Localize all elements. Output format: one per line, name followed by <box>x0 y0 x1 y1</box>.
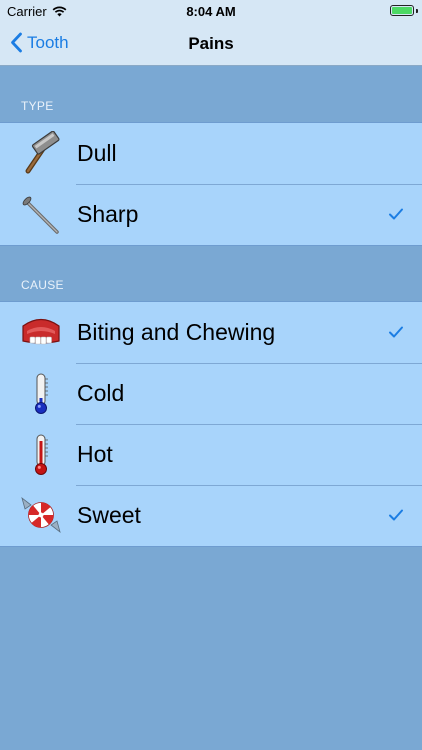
battery-tip <box>416 9 418 13</box>
option-label-sharp: Sharp <box>77 201 139 227</box>
status-bar: Carrier 8:04 AM <box>0 0 422 22</box>
battery-level <box>392 7 412 14</box>
option-row-dull[interactable]: Dull <box>0 123 422 184</box>
section-header-cause: CAUSE <box>0 245 422 301</box>
candy-icon <box>21 496 61 534</box>
option-row-hot[interactable]: Hot <box>0 424 422 485</box>
dentures-icon <box>22 318 60 345</box>
checkmark-icon <box>389 208 403 220</box>
section-header-type: TYPE <box>0 66 422 122</box>
option-row-sharp[interactable]: Sharp <box>0 184 422 245</box>
section-header-label: CAUSE <box>21 278 64 292</box>
hammer-icon <box>25 131 60 174</box>
option-row-biting-and-chewing[interactable]: Biting and Chewing <box>0 302 422 363</box>
cause-options-group: Biting and Chewing Cold Hot Sweet <box>0 301 422 547</box>
checkmark-icon <box>389 326 403 338</box>
battery-icon <box>390 5 414 16</box>
option-label-cold: Cold <box>77 380 125 406</box>
page-title: Pains <box>188 34 234 53</box>
option-label-sweet: Sweet <box>77 502 141 528</box>
checkmark-icon <box>389 509 403 521</box>
option-label-dull: Dull <box>77 140 117 166</box>
hot-thermometer-icon <box>35 434 48 475</box>
option-row-sweet[interactable]: Sweet <box>0 485 422 546</box>
cold-thermometer-icon <box>35 373 48 414</box>
status-time: 8:04 AM <box>186 4 236 19</box>
section-header-label: TYPE <box>21 99 54 113</box>
option-label-biting-and-chewing: Biting and Chewing <box>77 319 276 345</box>
navigation-bar: Tooth Pains <box>0 22 422 66</box>
option-row-cold[interactable]: Cold <box>0 363 422 424</box>
nail-icon <box>22 196 59 234</box>
option-label-hot: Hot <box>77 441 113 467</box>
type-options-group: Dull Sharp <box>0 122 422 246</box>
